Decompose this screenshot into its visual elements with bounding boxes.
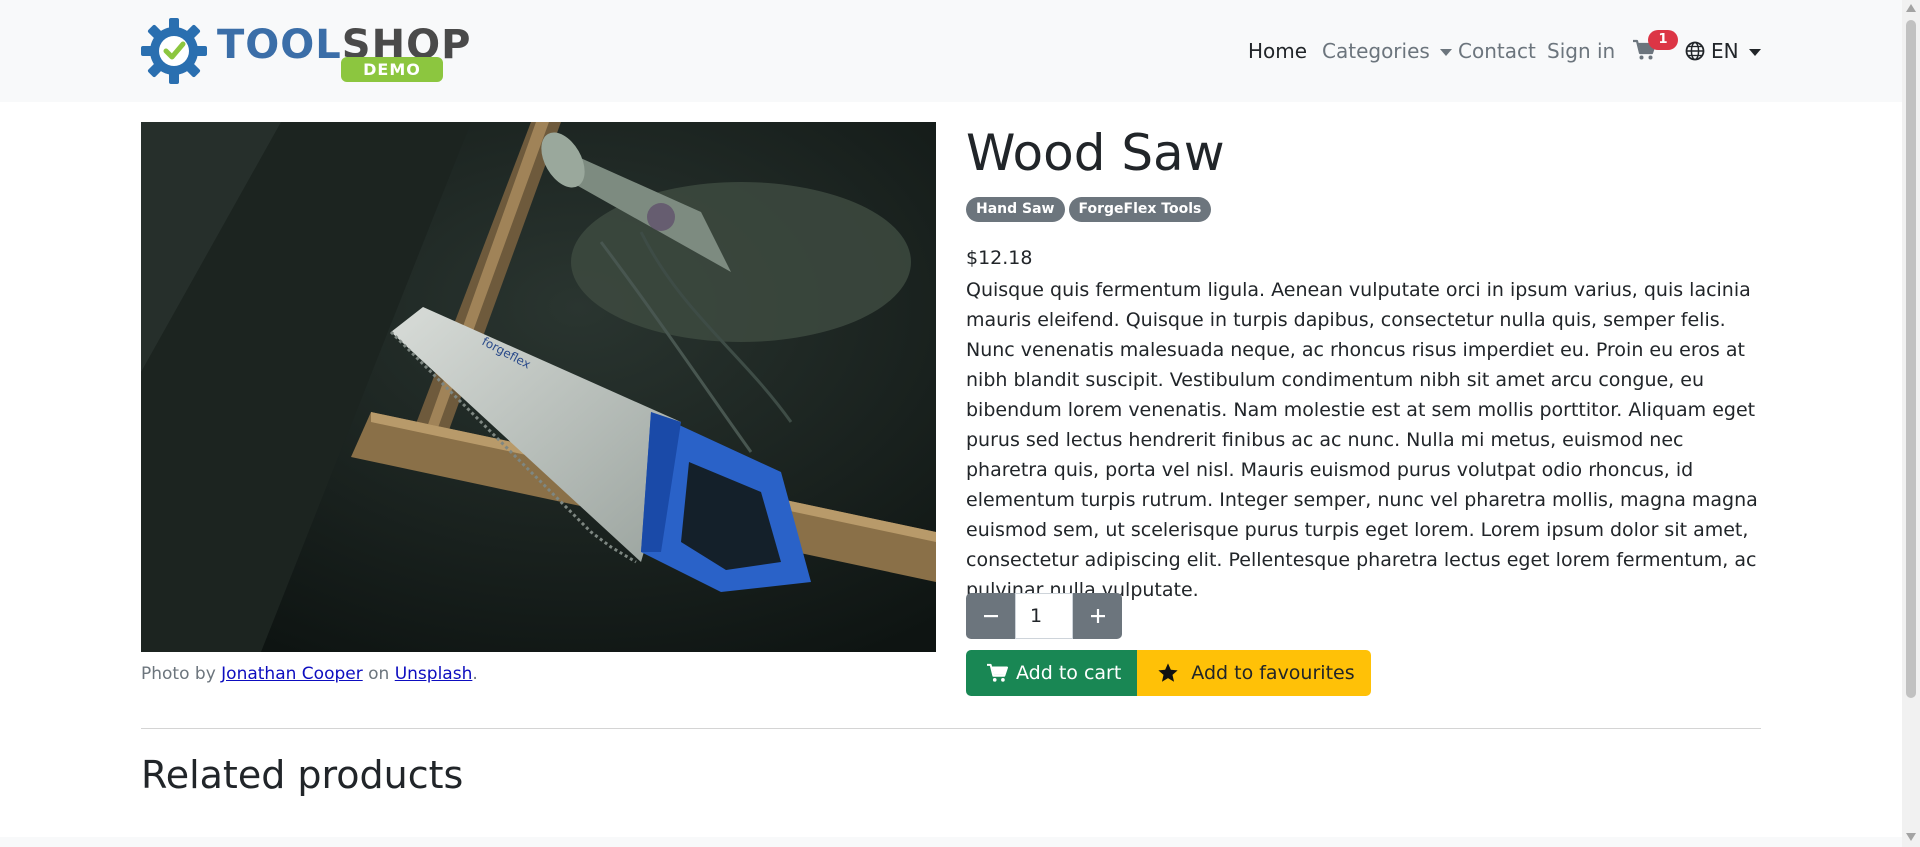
cart-count-badge: 1: [1648, 30, 1678, 50]
product-price: $12.18: [966, 247, 1033, 269]
add-to-cart-label: Add to cart: [1016, 662, 1122, 684]
nav-categories-label: Categories: [1322, 39, 1430, 63]
scroll-up-icon[interactable]: [1906, 4, 1916, 12]
scroll-down-icon[interactable]: [1906, 833, 1916, 841]
plus-icon: [1090, 609, 1105, 623]
star-icon: [1158, 663, 1178, 682]
photo-credit-prefix: Photo by: [141, 664, 216, 684]
nav-categories-dropdown[interactable]: Categories: [1322, 36, 1452, 66]
product-description: Quisque quis fermentum ligula. Aenean vu…: [966, 279, 1758, 601]
photo-author-link[interactable]: Jonathan Cooper: [221, 664, 363, 684]
gear-check-icon: [141, 18, 207, 84]
product-tags: Hand Saw ForgeFlex Tools: [966, 197, 1212, 222]
category-badge: Hand Saw: [966, 197, 1065, 222]
footer-strip: [0, 837, 1902, 847]
section-divider: [141, 728, 1761, 729]
decrease-quantity-button[interactable]: [966, 593, 1015, 639]
chevron-down-icon: [1748, 48, 1761, 56]
quantity-input[interactable]: 1: [1015, 593, 1073, 639]
scrollbar-thumb[interactable]: [1906, 20, 1916, 698]
wood-saw-photo: forgeflex: [141, 122, 936, 652]
globe-icon: [1685, 41, 1705, 61]
navbar: TOOLSHOP DEMO Home Categories Contact Si…: [0, 0, 1902, 102]
unsplash-link[interactable]: Unsplash: [395, 664, 473, 684]
language-selector[interactable]: EN: [1685, 36, 1761, 66]
photo-credit: Photo by Jonathan Cooper on Unsplash.: [141, 664, 478, 684]
related-products-heading: Related products: [141, 753, 464, 797]
logo-text-part1: TOOL: [217, 22, 342, 68]
brand-badge: ForgeFlex Tools: [1068, 197, 1212, 222]
quantity-stepper: 1: [966, 593, 1122, 639]
increase-quantity-button[interactable]: [1073, 593, 1122, 639]
product-title: Wood Saw: [966, 124, 1225, 182]
language-label: EN: [1711, 39, 1739, 63]
product-image: forgeflex: [141, 122, 936, 652]
photo-credit-middle: on: [368, 664, 390, 684]
add-to-favourites-button[interactable]: Add to favourites: [1137, 650, 1371, 696]
photo-credit-suffix: .: [472, 664, 478, 684]
nav-home-link[interactable]: Home: [1248, 36, 1307, 66]
cart-icon: [987, 663, 1008, 682]
chevron-down-icon: [1439, 48, 1452, 56]
minus-icon: [983, 615, 998, 618]
logo-demo-badge: DEMO: [341, 57, 443, 82]
nav-sign-in-link[interactable]: Sign in: [1547, 36, 1615, 66]
nav-contact-link[interactable]: Contact: [1458, 36, 1536, 66]
add-to-cart-button[interactable]: Add to cart: [966, 650, 1138, 696]
add-to-favourites-label: Add to favourites: [1191, 662, 1355, 684]
product-actions: Add to cart Add to favourites: [966, 650, 1371, 696]
toolshop-logo[interactable]: TOOLSHOP DEMO: [141, 17, 470, 85]
